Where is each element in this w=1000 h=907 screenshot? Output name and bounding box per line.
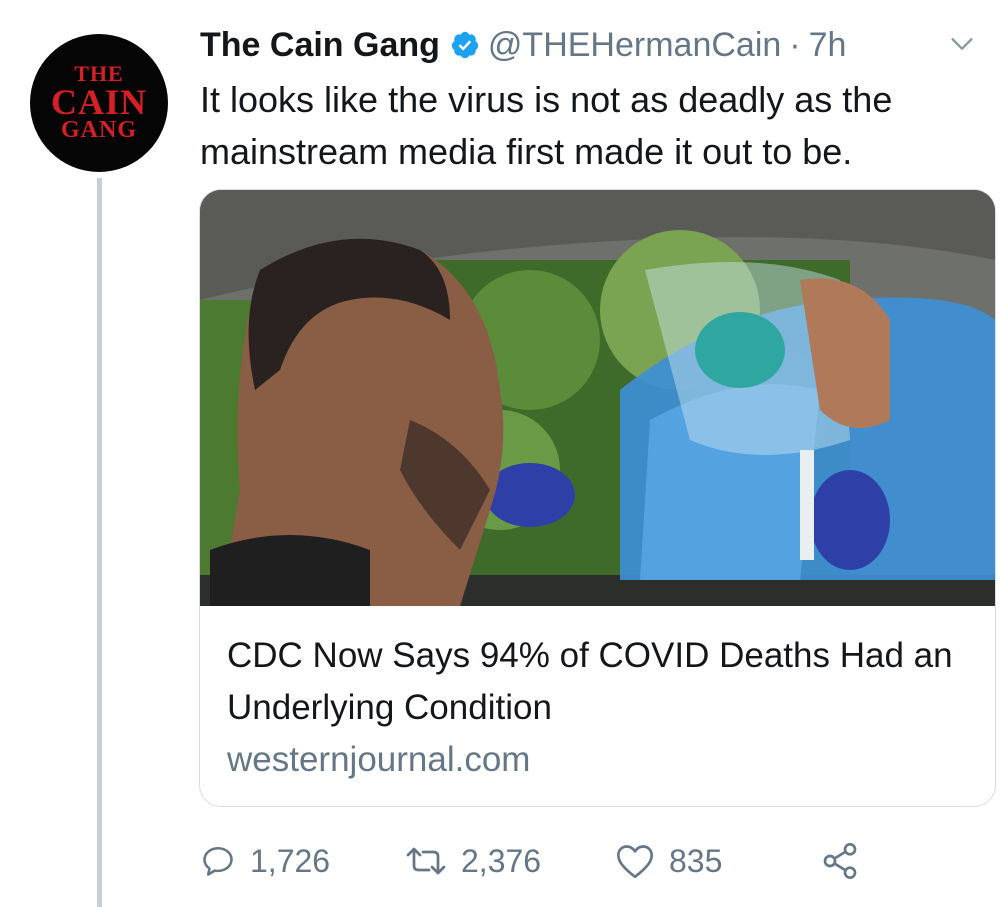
- avatar-text-line-2: CAIN: [50, 81, 147, 122]
- author-name[interactable]: The Cain Gang: [200, 26, 440, 65]
- thread-line: [97, 178, 102, 907]
- tweet-text: It looks like the virus is not as deadly…: [200, 79, 893, 172]
- verified-badge-icon: [450, 30, 480, 60]
- chevron-down-icon[interactable]: [946, 28, 978, 69]
- card-image: [200, 190, 995, 606]
- retweet-icon: [405, 843, 447, 879]
- tweet-header: The Cain Gang @THEHermanCain · 7h: [200, 22, 980, 68]
- share-icon: [820, 841, 860, 881]
- like-button[interactable]: 835: [615, 842, 820, 880]
- card-body: CDC Now Says 94% of COVID Deaths Had an …: [227, 630, 968, 786]
- reply-icon: [200, 843, 236, 879]
- heart-icon: [615, 842, 655, 880]
- author-handle[interactable]: @THEHermanCain: [488, 26, 781, 65]
- avatar-text-line-3: GANG: [61, 117, 137, 144]
- tweet-timestamp[interactable]: 7h: [809, 26, 847, 65]
- link-card[interactable]: CDC Now Says 94% of COVID Deaths Had an …: [199, 189, 996, 807]
- card-title[interactable]: CDC Now Says 94% of COVID Deaths Had an …: [227, 630, 968, 734]
- like-count: 835: [669, 842, 723, 879]
- reply-count: 1,726: [250, 842, 331, 879]
- tweet-actions: 1,726 2,376 835: [200, 836, 860, 886]
- header-separator: ·: [789, 25, 801, 64]
- retweet-button[interactable]: 2,376: [405, 843, 615, 880]
- reply-button[interactable]: 1,726: [200, 843, 405, 880]
- share-button[interactable]: [820, 841, 860, 881]
- avatar[interactable]: THE CAIN GANG: [30, 34, 168, 172]
- card-domain: westernjournal.com: [227, 740, 531, 779]
- retweet-count: 2,376: [461, 842, 542, 879]
